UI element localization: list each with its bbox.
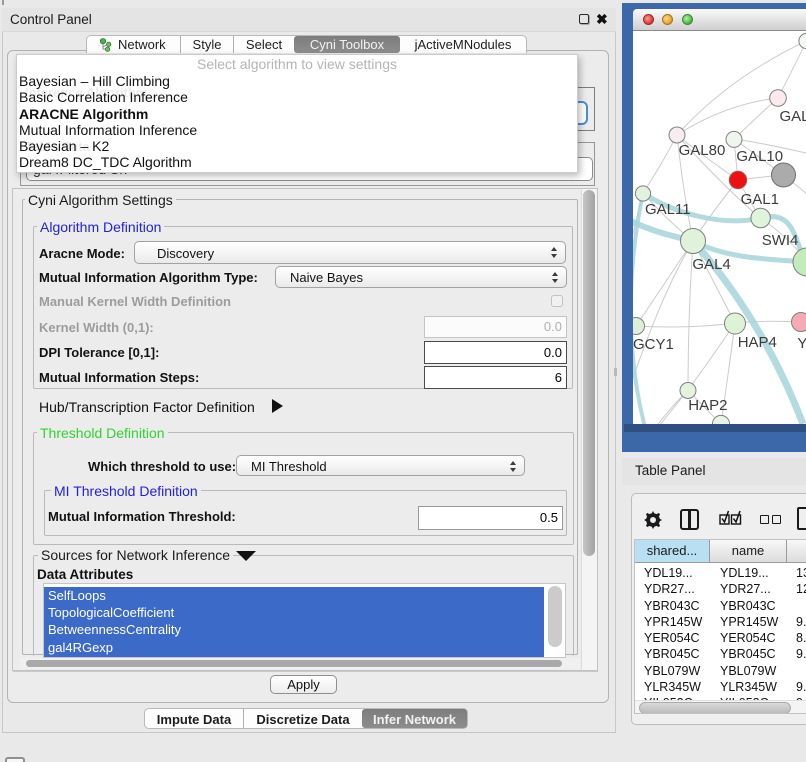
svg-text:GAL80: GAL80 [679, 142, 726, 159]
svg-text:SWI4: SWI4 [762, 232, 799, 249]
svg-text:GAL10: GAL10 [736, 148, 783, 165]
svg-text:Y: Y [797, 335, 806, 352]
svg-text:GAL3: GAL3 [780, 108, 806, 125]
svg-text:GCY1: GCY1 [633, 336, 674, 353]
svg-text:HAP4: HAP4 [738, 334, 777, 351]
svg-text:GAL11: GAL11 [645, 201, 691, 218]
svg-text:HAP2: HAP2 [688, 397, 727, 414]
svg-text:GAL1: GAL1 [741, 191, 779, 208]
svg-text:GAL4: GAL4 [692, 256, 730, 273]
